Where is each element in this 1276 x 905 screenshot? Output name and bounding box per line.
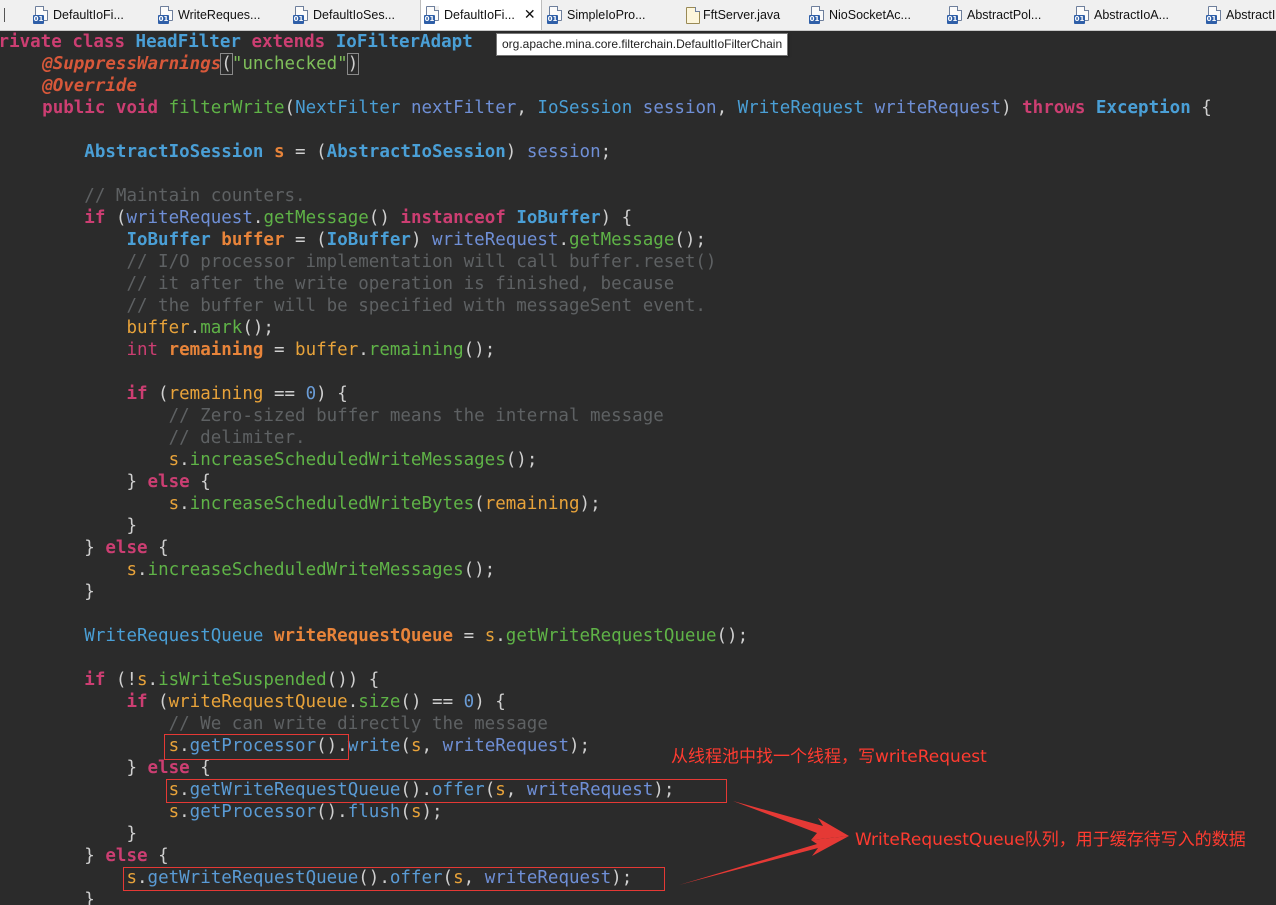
code-line: } else { xyxy=(84,846,169,866)
code-line: } else { xyxy=(84,538,169,558)
code-line: int remaining = buffer.remaining(); xyxy=(126,340,496,360)
java-class-icon: 01 xyxy=(947,6,965,24)
code-line: s.increaseScheduledWriteMessages(); xyxy=(168,450,538,470)
code-line: if (writeRequestQueue.size() == 0) { xyxy=(126,692,506,712)
tab-label: AbstractI xyxy=(1226,8,1276,22)
java-class-icon: 01 xyxy=(293,6,311,24)
tab-label: WriteReques... xyxy=(178,8,261,22)
code-line: // delimiter. xyxy=(168,428,306,448)
tab-label: SimpleIoPro... xyxy=(567,8,646,22)
code-line: s.getProcessor().flush(s); xyxy=(168,802,443,822)
tab-label: DefaultIoSes... xyxy=(313,8,395,22)
tab-label: AbstractIoA... xyxy=(1094,8,1170,22)
code-line: s.getWriteRequestQueue().offer(s, writeR… xyxy=(168,780,675,800)
code-line: } xyxy=(84,582,95,602)
code-line: s.increaseScheduledWriteMessages(); xyxy=(126,560,496,580)
code-line: } xyxy=(126,516,137,536)
tab-abstractpolling[interactable]: 01 AbstractPol... xyxy=(944,0,1070,30)
code-line: s.getProcessor().write(s, writeRequest); xyxy=(168,736,591,756)
code-line: WriteRequestQueue writeRequestQueue = s.… xyxy=(84,626,749,646)
tab-label: FftServer.java xyxy=(703,8,781,22)
code-line: // it after the write operation is finis… xyxy=(126,274,675,294)
tab-label: NioSocketAc... xyxy=(829,8,911,22)
code-line: if (remaining == 0) { xyxy=(126,384,348,404)
code-line: // We can write directly the message xyxy=(168,714,548,734)
code-line: @SuppressWarnings("unchecked") xyxy=(0,53,370,75)
code-line: } xyxy=(84,890,95,905)
tab-label: DefaultIoFi... xyxy=(444,8,515,22)
tab-defaultiofilterchain-active[interactable]: 01 DefaultIoFi... ✕ xyxy=(420,0,542,30)
code-line: } else { xyxy=(126,472,211,492)
code-line: s.increaseScheduledWriteBytes(remaining)… xyxy=(168,494,601,514)
tab-niosocketacceptor[interactable]: 01 NioSocketAc... xyxy=(806,0,942,30)
java-class-icon: 01 xyxy=(547,6,565,24)
code-line: IoBuffer buffer = (IoBuffer) writeReques… xyxy=(126,230,706,250)
code-line: } xyxy=(126,824,137,844)
java-class-icon: 01 xyxy=(33,6,51,24)
tab-defaultiofilter-1[interactable]: 01 DefaultIoFi... xyxy=(30,0,155,30)
code-line: buffer.mark(); xyxy=(126,318,274,338)
code-line: private class HeadFilter extends IoFilte… xyxy=(0,32,473,52)
code-line: // the buffer will be specified with mes… xyxy=(126,296,706,316)
java-class-icon: 01 xyxy=(1074,6,1092,24)
tab-abstractio-cut[interactable]: 01 AbstractI xyxy=(1203,0,1276,30)
java-class-icon: 01 xyxy=(1206,6,1224,24)
java-class-icon: 01 xyxy=(158,6,176,24)
code-line: AbstractIoSession s = (AbstractIoSession… xyxy=(84,142,612,162)
code-line: public void filterWrite(NextFilter nextF… xyxy=(42,98,1212,118)
tab-label: DefaultIoFi... xyxy=(53,8,124,22)
code-line: @Override xyxy=(42,76,137,96)
tab-tooltip: org.apache.mina.core.filterchain.Default… xyxy=(496,33,789,56)
code-line: if (!s.isWriteSuspended()) { xyxy=(84,670,380,690)
code-line: if (writeRequest.getMessage() instanceof… xyxy=(84,208,633,228)
tab-label: AbstractPol... xyxy=(967,8,1042,22)
code-line: // Zero-sized buffer means the internal … xyxy=(168,406,664,426)
annotation-queue: WriteRequestQueue队列，用于缓存待写入的数据 xyxy=(855,830,1246,850)
code-editor[interactable]: private class HeadFilter extends IoFilte… xyxy=(0,31,1276,905)
code-line: s.getWriteRequestQueue().offer(s, writeR… xyxy=(126,868,633,888)
java-file-icon xyxy=(683,6,701,24)
tab-simpleioprocessor[interactable]: 01 SimpleIoPro... xyxy=(544,0,678,30)
annotation-thread-pool: 从线程池中找一个线程，写writeRequest xyxy=(671,747,987,767)
tab-fftserver[interactable]: FftServer.java xyxy=(680,0,804,30)
code-line: } else { xyxy=(126,758,211,778)
tab-overflow-edge xyxy=(0,0,10,30)
tab-abstractioacceptor[interactable]: 01 AbstractIoA... xyxy=(1071,0,1201,30)
close-icon[interactable]: ✕ xyxy=(524,7,536,23)
java-class-icon: 01 xyxy=(424,6,442,24)
code-line: // I/O processor implementation will cal… xyxy=(126,252,717,272)
code-line: // Maintain counters. xyxy=(84,186,306,206)
java-class-icon: 01 xyxy=(809,6,827,24)
tab-defaultiosession[interactable]: 01 DefaultIoSes... xyxy=(290,0,420,30)
tab-writerequest[interactable]: 01 WriteReques... xyxy=(155,0,290,30)
editor-tab-bar: 01 DefaultIoFi... 01 WriteReques... 01 D… xyxy=(0,0,1276,31)
